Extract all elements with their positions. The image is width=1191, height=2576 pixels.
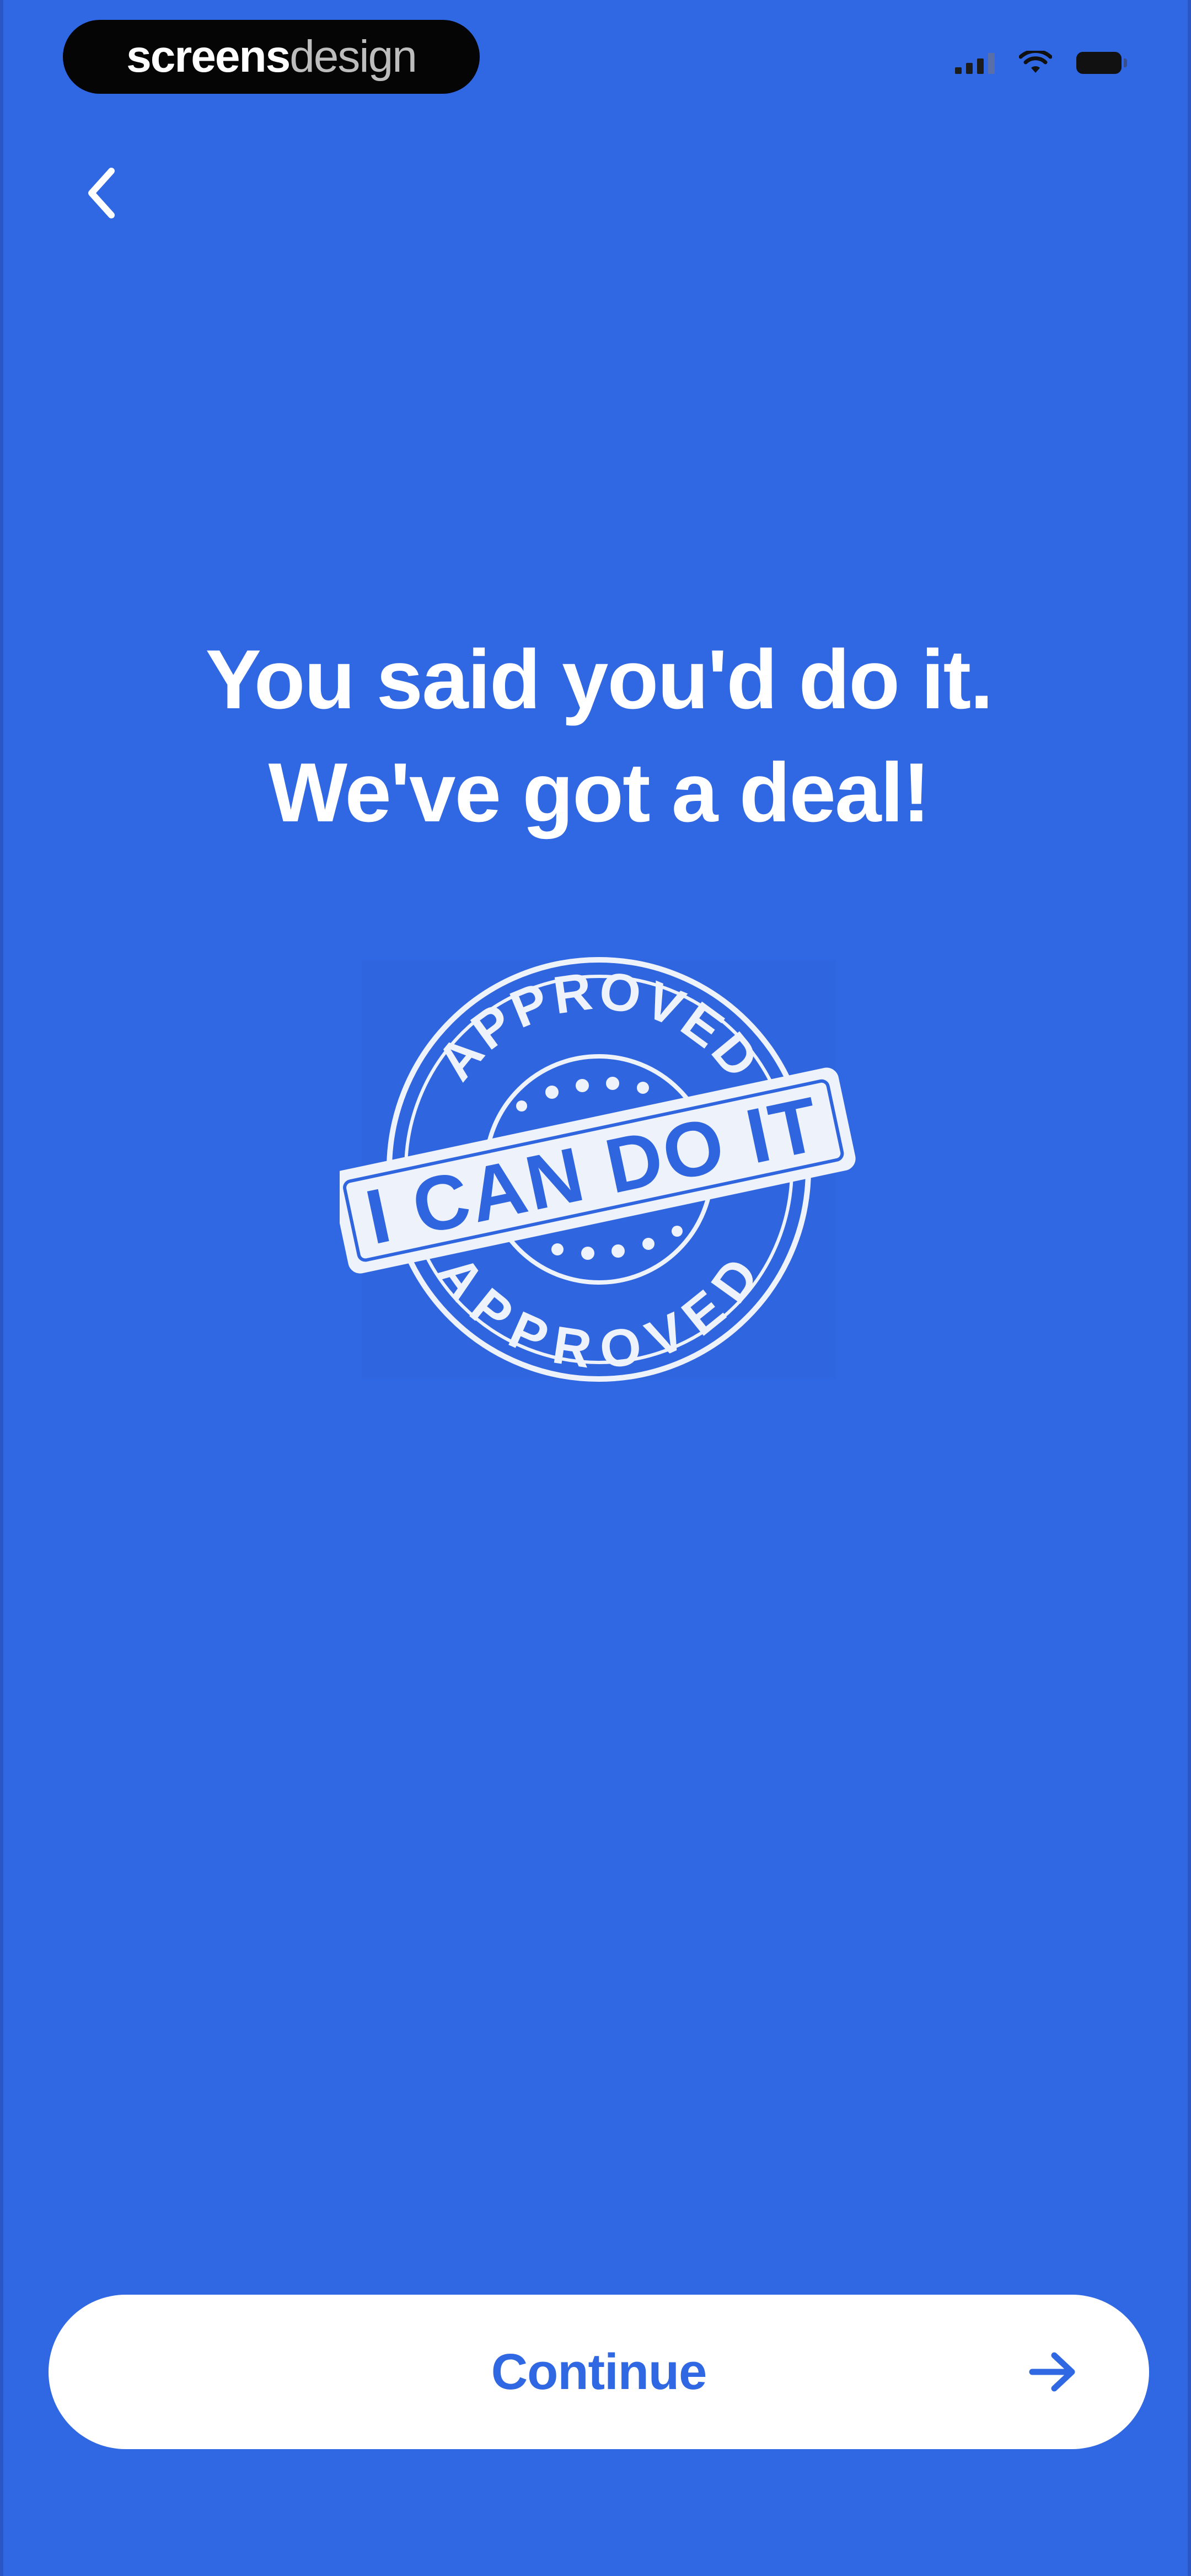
continue-label: Continue (491, 2343, 707, 2400)
brand-badge: screens design (63, 20, 480, 94)
battery-icon (1076, 52, 1127, 74)
brand-light-text: design (289, 31, 417, 82)
approved-stamp-icon: APPROVED APPROVED I CAN DO IT (340, 957, 856, 1382)
continue-button[interactable]: Continue (49, 2295, 1149, 2449)
title-line-1: You said you'd do it. (205, 633, 994, 726)
chevron-left-icon (88, 168, 115, 218)
arrow-right-icon (1029, 2352, 1075, 2392)
brand-bold-text: screens (126, 31, 291, 82)
signal-icon (955, 52, 995, 74)
page-title: You said you'd do it. We've got a deal! (103, 623, 1095, 849)
status-icons (955, 51, 1127, 75)
back-button[interactable] (74, 160, 129, 226)
screen: screens design You said you'd do it. We'v… (0, 0, 1191, 2576)
title-line-2: We've got a deal! (268, 746, 931, 840)
wifi-icon (1019, 51, 1052, 73)
